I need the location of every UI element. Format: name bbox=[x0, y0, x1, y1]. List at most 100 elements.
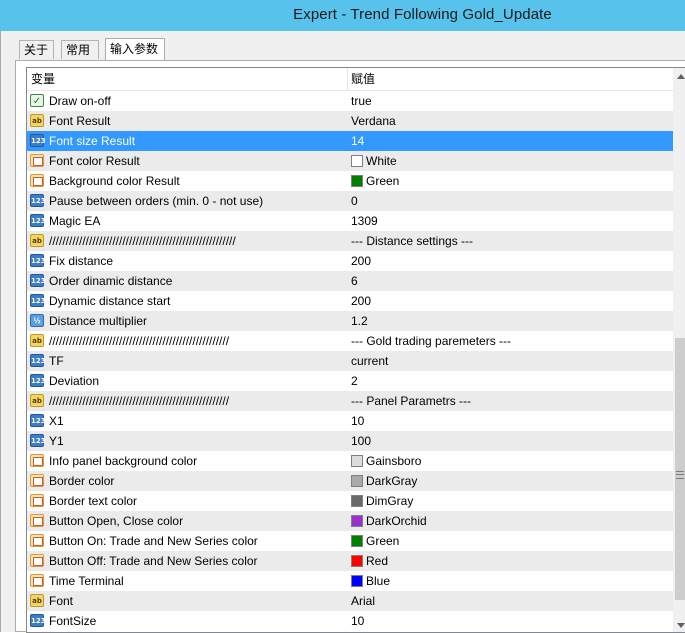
input-value-cell[interactable]: --- Gold trading paremeters --- bbox=[351, 331, 511, 351]
input-name-cell[interactable]: ½ Distance multiplier bbox=[29, 311, 347, 331]
input-value-cell[interactable]: 14 bbox=[351, 131, 364, 151]
input-value-cell[interactable]: Blue bbox=[351, 571, 390, 591]
input-row[interactable]: Font color Result White bbox=[27, 151, 673, 171]
input-value-cell[interactable]: current bbox=[351, 351, 388, 371]
vertical-scrollbar[interactable] bbox=[673, 68, 685, 632]
input-name-cell[interactable]: ✓ Draw on-off bbox=[29, 91, 347, 111]
input-row[interactable]: ab //////////////////////////////////////… bbox=[27, 231, 673, 251]
input-name-cell[interactable]: Background color Result bbox=[29, 171, 347, 191]
input-row[interactable]: 123 Deviation 2 bbox=[27, 371, 673, 391]
input-value-cell[interactable]: 200 bbox=[351, 291, 371, 311]
input-name-cell[interactable]: 123 Pause between orders (min. 0 - not us… bbox=[29, 191, 347, 211]
input-name-cell[interactable]: 123 Order dinamic distance bbox=[29, 271, 347, 291]
input-row[interactable]: Button Open, Close color DarkOrchid bbox=[27, 511, 673, 531]
tab-about[interactable]: 关于 bbox=[19, 40, 54, 59]
tab-common[interactable]: 常用 bbox=[61, 40, 99, 59]
title-bar[interactable]: Expert - Trend Following Gold_Update bbox=[0, 0, 685, 31]
input-row[interactable]: 123 FontSize 10 bbox=[27, 611, 673, 631]
input-name-cell[interactable]: Button Off: Trade and New Series color bbox=[29, 551, 347, 571]
input-value-text: 200 bbox=[351, 254, 372, 268]
input-row[interactable]: 123 Y1 100 bbox=[27, 431, 673, 451]
input-row[interactable]: 123 Fix distance 200 bbox=[27, 251, 673, 271]
input-name-cell[interactable]: Info panel background color bbox=[29, 451, 347, 471]
input-row[interactable]: ✓ Draw on-off true bbox=[27, 91, 673, 111]
input-row[interactable]: ½ Distance multiplier 1.2 bbox=[27, 311, 673, 331]
input-name-cell[interactable]: ab Font Result bbox=[29, 111, 347, 131]
input-value-cell[interactable]: 1.2 bbox=[351, 311, 368, 331]
input-name-cell[interactable]: 123 Y1 bbox=[29, 431, 347, 451]
input-value-cell[interactable]: 200 bbox=[351, 251, 371, 271]
color-swatch bbox=[351, 154, 363, 167]
input-row[interactable]: Info panel background color Gainsboro bbox=[27, 451, 673, 471]
input-value-cell[interactable]: DimGray bbox=[351, 491, 413, 511]
input-value-cell[interactable]: DarkGray bbox=[351, 471, 417, 491]
input-row[interactable]: 123 TF current bbox=[27, 351, 673, 371]
input-value-cell[interactable]: --- Panel Parametrs --- bbox=[351, 391, 471, 411]
input-name-cell[interactable]: 123 TF bbox=[29, 351, 347, 371]
input-value-cell[interactable]: Arial bbox=[351, 591, 375, 611]
input-value-cell[interactable]: 10 bbox=[351, 411, 364, 431]
input-value-cell[interactable]: 1309 bbox=[351, 211, 378, 231]
input-row[interactable]: ab Font Result Verdana bbox=[27, 111, 673, 131]
input-row[interactable]: Border text color DimGray bbox=[27, 491, 673, 511]
input-row[interactable]: Button On: Trade and New Series color Gre… bbox=[27, 531, 673, 551]
input-name-cell[interactable]: ab //////////////////////////////////////… bbox=[29, 331, 347, 351]
input-value-cell[interactable]: 6 bbox=[351, 271, 358, 291]
input-value-cell[interactable]: 0 bbox=[351, 191, 358, 211]
input-name-cell[interactable]: 123 FontSize bbox=[29, 611, 347, 631]
input-name-label: Deviation bbox=[49, 374, 100, 388]
input-row[interactable]: ab //////////////////////////////////////… bbox=[27, 331, 673, 351]
input-value-cell[interactable]: White bbox=[351, 151, 397, 171]
input-name-cell[interactable]: 123 Dynamic distance start bbox=[29, 291, 347, 311]
input-row[interactable]: Background color Result Green bbox=[27, 171, 673, 191]
input-value-cell[interactable]: 100 bbox=[351, 431, 371, 451]
input-name-cell[interactable]: Time Terminal bbox=[29, 571, 347, 591]
input-name-cell[interactable]: Button On: Trade and New Series color bbox=[29, 531, 347, 551]
input-value-cell[interactable]: Red bbox=[351, 551, 388, 571]
input-name-cell[interactable]: 123 Deviation bbox=[29, 371, 347, 391]
input-row[interactable]: 123 Magic EA 1309 bbox=[27, 211, 673, 231]
input-name-cell[interactable]: Border color bbox=[29, 471, 347, 491]
input-value-cell[interactable]: Gainsboro bbox=[351, 451, 421, 471]
input-value-cell[interactable]: DarkOrchid bbox=[351, 511, 427, 531]
input-name-label: Font size Result bbox=[49, 134, 136, 148]
integer-type-icon: 123 bbox=[30, 434, 46, 448]
input-name-cell[interactable]: 123 X1 bbox=[29, 411, 347, 431]
input-row[interactable]: Button Off: Trade and New Series color Re… bbox=[27, 551, 673, 571]
input-name-cell[interactable]: 123 Fix distance bbox=[29, 251, 347, 271]
input-value-cell[interactable]: 10 bbox=[351, 611, 364, 631]
color-type-icon bbox=[30, 174, 44, 188]
input-value-cell[interactable]: --- Distance settings --- bbox=[351, 231, 473, 251]
input-name-cell[interactable]: ab //////////////////////////////////////… bbox=[29, 231, 347, 251]
input-value-cell[interactable]: Green bbox=[351, 531, 399, 551]
input-row[interactable]: Time Terminal Blue bbox=[27, 571, 673, 591]
input-name-cell[interactable]: 123 Font size Result bbox=[29, 131, 347, 151]
input-row[interactable]: 123 Order dinamic distance 6 bbox=[27, 271, 673, 291]
input-name-cell[interactable]: ab //////////////////////////////////////… bbox=[29, 391, 347, 411]
input-name-cell[interactable]: Border text color bbox=[29, 491, 347, 511]
column-header-variable[interactable]: 变量 bbox=[31, 68, 348, 90]
grid-header: 变量 赋值 bbox=[27, 68, 673, 91]
scroll-thumb[interactable] bbox=[675, 338, 685, 600]
scroll-up-arrow-icon[interactable] bbox=[677, 74, 685, 79]
scroll-down-arrow-icon[interactable] bbox=[677, 623, 685, 628]
input-value-cell[interactable]: true bbox=[351, 91, 372, 111]
input-row[interactable]: 123 Dynamic distance start 200 bbox=[27, 291, 673, 311]
input-row[interactable]: 123 Font size Result 14 bbox=[27, 131, 673, 151]
input-value-cell[interactable]: 2 bbox=[351, 371, 358, 391]
input-row[interactable]: ab Font Arial bbox=[27, 591, 673, 611]
input-value-cell[interactable]: Verdana bbox=[351, 111, 396, 131]
tab-inputs[interactable]: 输入参数 bbox=[105, 38, 165, 60]
input-row[interactable]: Border color DarkGray bbox=[27, 471, 673, 491]
input-value-cell[interactable]: Green bbox=[351, 171, 399, 191]
input-row[interactable]: 123 Pause between orders (min. 0 - not us… bbox=[27, 191, 673, 211]
input-row[interactable]: ab //////////////////////////////////////… bbox=[27, 391, 673, 411]
input-name-cell[interactable]: Font color Result bbox=[29, 151, 347, 171]
column-header-value[interactable]: 赋值 bbox=[351, 68, 375, 90]
input-name-cell[interactable]: Button Open, Close color bbox=[29, 511, 347, 531]
input-name-label: Border text color bbox=[49, 494, 138, 508]
input-row[interactable]: 123 X1 10 bbox=[27, 411, 673, 431]
input-name-cell[interactable]: 123 Magic EA bbox=[29, 211, 347, 231]
color-swatch bbox=[351, 514, 363, 527]
input-name-cell[interactable]: ab Font bbox=[29, 591, 347, 611]
